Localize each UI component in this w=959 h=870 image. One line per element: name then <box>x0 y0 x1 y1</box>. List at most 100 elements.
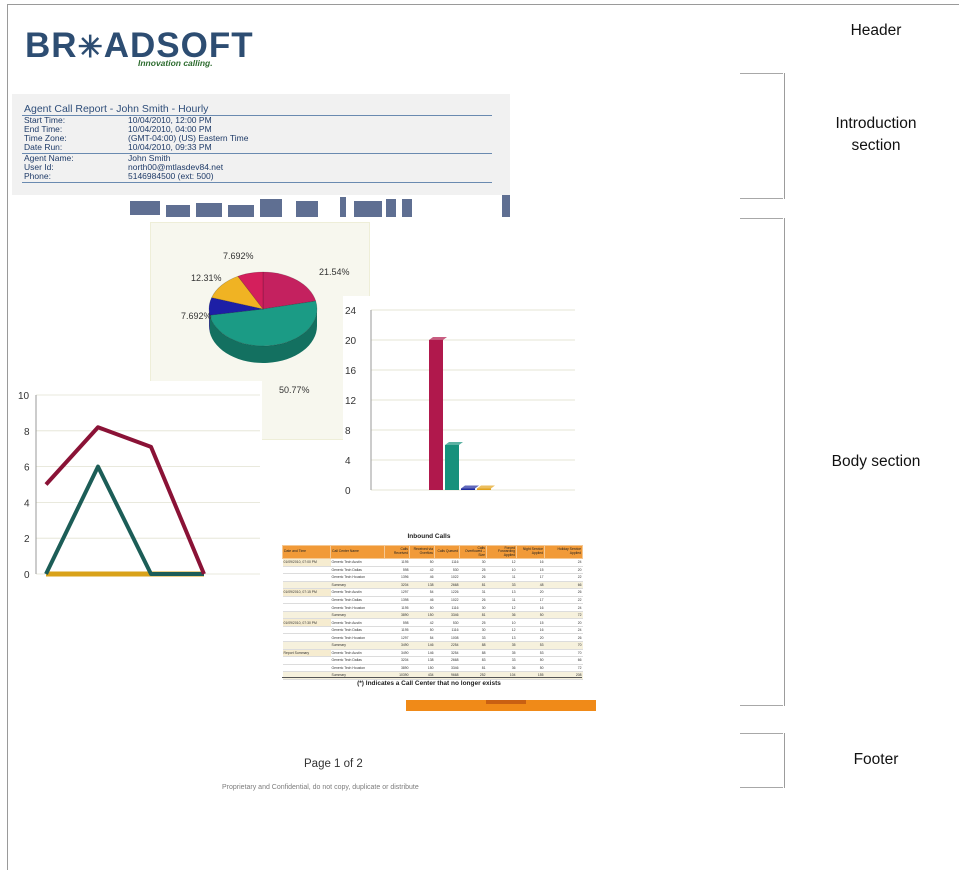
table-cell: 16 <box>516 558 545 567</box>
annotation-intro: Introduction section <box>835 115 917 154</box>
y-tick-label: 0 <box>24 570 30 581</box>
table-cell: 434 <box>409 671 435 680</box>
table-cell: 3204 <box>384 656 410 665</box>
y-tick-label: 8 <box>345 426 351 437</box>
bracket-body <box>740 218 785 706</box>
table-cell: 1226 <box>434 588 460 597</box>
table-cell: Generic Tech Houston <box>330 603 385 612</box>
table-cell: 01/09/2010, 07:30 PM <box>282 618 331 627</box>
table-cell: Summary <box>330 641 385 650</box>
table-row: Summary 3490 146 2254 88 35 53 70 <box>282 641 583 650</box>
table-cell: 50 <box>516 611 545 620</box>
table-cell: 13 <box>486 588 517 597</box>
table-title: Inbound Calls <box>407 533 451 540</box>
table-cell: 26 <box>459 573 487 582</box>
table-cell: 138 <box>409 656 435 665</box>
table-cell: 01/09/2010, 07:15 PM <box>282 588 331 597</box>
table-cell: 1297 <box>384 588 410 597</box>
y-tick-label: 6 <box>24 463 30 474</box>
column-header: Calls Overflowed – Size <box>459 545 487 559</box>
table-cell: 33 <box>486 581 517 590</box>
table-cell: 22 <box>544 573 583 582</box>
table-cell: 1398 <box>384 596 410 605</box>
y-tick-label: 2 <box>24 534 30 545</box>
report-title: Agent Call Report - John Smith - Hourly <box>24 103 209 115</box>
column-header: Call Center Name <box>330 545 385 559</box>
annotation-body: Body section <box>831 453 921 470</box>
table-cell: 146 <box>409 649 435 658</box>
report-introduction: Agent Call Report - John Smith - Hourly … <box>12 94 510 195</box>
table-cell: Summary <box>330 671 385 680</box>
table-cell: 30 <box>459 626 487 635</box>
column-header: Date and Time <box>282 545 331 559</box>
table-cell: 20 <box>516 588 545 597</box>
table-cell: 1022 <box>434 573 460 582</box>
table-cell: 15 <box>516 566 545 575</box>
table-cell: 48 <box>516 581 545 590</box>
table-cell: 70 <box>544 641 583 650</box>
table-cell: 1116 <box>434 626 460 635</box>
divider <box>282 677 582 678</box>
table-cell: 30 <box>459 603 487 612</box>
table-cell: 12 <box>486 603 517 612</box>
confidential-notice: Proprietary and Confidential, do not cop… <box>222 784 419 791</box>
table-cell <box>282 611 331 620</box>
table-cell: 25 <box>459 618 487 627</box>
table-cell: 1116 <box>434 558 460 567</box>
table-cell: 2668 <box>434 581 460 590</box>
table-cell: 155 <box>516 671 545 680</box>
bar <box>477 488 491 490</box>
table-row: Generic Tech Dallas 3204 138 2668 83 33 50 66 <box>282 656 583 665</box>
table-cell: 150 <box>409 664 435 673</box>
column-header: Calls Received <box>384 545 410 559</box>
table-cell: 3346 <box>434 611 460 620</box>
table-cell: 30 <box>459 558 487 567</box>
pie-label: 7.692% <box>223 251 254 261</box>
table-cell <box>282 671 331 680</box>
table-cell: 72 <box>544 611 583 620</box>
table-cell: 12 <box>486 558 517 567</box>
y-tick-label: 8 <box>24 427 30 438</box>
table-cell: Generic Tech Austin <box>330 618 385 627</box>
table-row: Generic Tech Houston 1297 54 1008 33 13 20 26 <box>282 633 583 642</box>
y-tick-label: 24 <box>345 306 357 317</box>
table-cell: Summary <box>330 581 385 590</box>
divider <box>22 182 492 183</box>
table-cell: 10 <box>486 618 517 627</box>
table-cell: 1116 <box>434 603 460 612</box>
table-cell: 24 <box>544 626 583 635</box>
table-cell: 3890 <box>384 664 410 673</box>
table-cell: 3890 <box>384 611 410 620</box>
table-cell: 01/09/2010, 07:00 PM <box>282 558 331 567</box>
table-cell <box>282 641 331 650</box>
pie-label: 12.31% <box>191 273 222 283</box>
table-cell <box>282 596 331 605</box>
table-cell: 17 <box>516 573 545 582</box>
column-header: Received via Overflow <box>409 545 435 559</box>
table-cell: 530 <box>434 618 460 627</box>
table-cell: 1396 <box>384 573 410 582</box>
bar-chart: 0 4 8 12 16 20 24 <box>343 296 581 514</box>
table-cell: 11 <box>486 573 517 582</box>
table-cell: 3204 <box>384 581 410 590</box>
column-header: Calls Queued <box>434 545 460 559</box>
line-series <box>44 425 206 575</box>
bar <box>461 488 475 490</box>
table-cell: 598 <box>384 566 410 575</box>
table-cell: 26 <box>544 588 583 597</box>
table-cell: 10 <box>486 566 517 575</box>
field-label: Phone: <box>24 171 51 181</box>
table-cell: 208 <box>544 671 583 680</box>
table-cell: 66 <box>544 656 583 665</box>
table-cell: 66 <box>544 581 583 590</box>
broadsoft-logo: BR✳ADSOFT Innovation calling. <box>25 28 254 68</box>
table-cell: 146 <box>409 641 435 650</box>
bracket-footer <box>740 733 785 788</box>
bar-top <box>429 337 447 340</box>
bracket-intro <box>740 73 785 199</box>
divider <box>22 115 492 116</box>
table-cell: Generic Tech Austin <box>330 588 385 597</box>
table-cell: Generic Tech Austin <box>330 649 385 658</box>
bar-top <box>461 485 479 489</box>
table-cell: 9668 <box>434 671 460 680</box>
